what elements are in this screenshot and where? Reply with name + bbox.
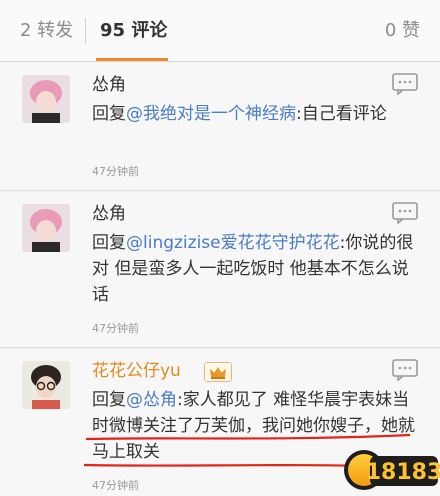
comment-item: 怂角 回复@我绝对是一个神经病:自己看评论 47分钟前 [0,63,440,191]
reply-icon[interactable] [392,202,418,225]
mention-link[interactable]: @怂角 [126,390,177,410]
tab-likes[interactable]: 0 赞 [385,18,420,44]
watermark-text: 18183 [366,460,440,485]
crown-icon [204,362,232,382]
reply-icon[interactable] [392,73,418,96]
comment-count: 95 [100,20,126,41]
comment-username[interactable]: 怂角 [92,73,126,97]
comment-time: 47分钟前 [92,165,139,178]
avatar[interactable] [22,75,70,123]
comment-body: 回复@我绝对是一个神经病:自己看评论 [92,101,422,127]
reply-icon[interactable] [392,359,418,382]
comment-item: 怂角 回复@lingzizise爱花花守护花花:你说的很对 但是蛮多人一起吃饭时… [0,192,440,348]
tab-repost[interactable]: 2 转发 [20,18,73,44]
tab-divider [85,18,86,44]
comment-tab-label: 评论 [131,20,168,41]
reply-prefix: 回复 [92,104,126,124]
reply-prefix: 回复 [92,233,126,253]
comment-tab-bar: 2 转发 95 评论 0 赞 [0,0,440,62]
active-tab-indicator [96,58,168,61]
comment-username[interactable]: 花花公仔yu [92,359,181,383]
avatar[interactable] [22,361,70,409]
comment-time: 47分钟前 [92,479,139,492]
mention-link[interactable]: @lingzizise爱花花守护花花 [126,233,340,253]
tab-comments[interactable]: 95 评论 [100,18,167,44]
comment-body: 回复@lingzizise爱花花守护花花:你说的很对 但是蛮多人一起吃饭时 他基… [92,230,422,308]
comment-username[interactable]: 怂角 [92,202,126,226]
comment-time: 47分钟前 [92,322,139,335]
avatar[interactable] [22,204,70,252]
comment-text: :自己看评论 [296,104,387,124]
18183-watermark-logo: 18183 [340,436,440,496]
reply-prefix: 回复 [92,390,126,410]
mention-link[interactable]: @我绝对是一个神经病 [126,104,296,124]
